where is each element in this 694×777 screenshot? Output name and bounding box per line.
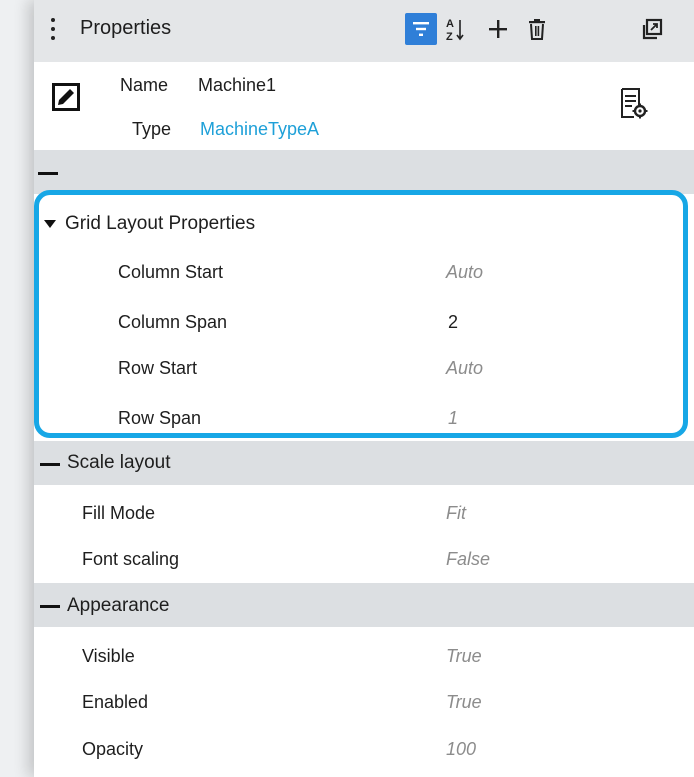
collapse-dash-icon[interactable]: [40, 463, 60, 466]
type-value-link[interactable]: MachineTypeA: [200, 119, 319, 140]
row-value-column-span[interactable]: 2: [448, 312, 458, 333]
row-label-font-scaling: Font scaling: [82, 549, 180, 569]
svg-text:A: A: [446, 18, 454, 30]
object-settings-icon[interactable]: [619, 87, 649, 121]
row-label-visible: Visible: [82, 646, 135, 666]
sort-alphabetical-button[interactable]: A Z: [439, 13, 471, 45]
row-label-fill-mode: Fill Mode: [82, 503, 156, 523]
sort-by-category-button[interactable]: [405, 13, 437, 45]
row-value-row-span[interactable]: 1: [448, 408, 458, 429]
sort-az-icon: A Z: [446, 18, 464, 42]
popout-icon: [642, 18, 663, 40]
row-value-opacity[interactable]: 100: [446, 739, 476, 760]
add-button[interactable]: [482, 13, 514, 45]
row-label-column-span: Column Span: [118, 312, 228, 332]
panel-header: Properties A Z: [34, 0, 694, 62]
name-value[interactable]: Machine1: [198, 75, 276, 96]
kebab-menu-icon[interactable]: [50, 18, 56, 44]
row-value-enabled[interactable]: True: [446, 692, 482, 713]
group-title-scale-layout[interactable]: Scale layout: [67, 452, 171, 474]
row-label-row-span: Row Span: [118, 408, 202, 428]
row-value-font-scaling[interactable]: False: [446, 549, 490, 570]
properties-panel: Properties A Z Name Machine1 Type Machin…: [34, 0, 694, 777]
delete-button[interactable]: [521, 13, 553, 45]
row-value-visible[interactable]: True: [446, 646, 482, 667]
group-title-appearance[interactable]: Appearance: [67, 595, 169, 617]
group-title-grid-layout[interactable]: Grid Layout Properties: [65, 213, 255, 235]
sort-lines-icon: [413, 22, 429, 36]
collapse-dash-icon[interactable]: [40, 605, 60, 608]
collapse-all-icon[interactable]: [38, 172, 58, 175]
row-value-column-start[interactable]: Auto: [446, 262, 483, 283]
row-label-column-start: Column Start: [118, 262, 224, 282]
type-label: Type: [132, 119, 172, 139]
row-label-opacity: Opacity: [82, 739, 144, 759]
detach-button[interactable]: [636, 13, 668, 45]
edit-icon[interactable]: [52, 83, 80, 111]
trash-icon: [529, 19, 545, 40]
plus-icon: [489, 20, 507, 38]
row-value-row-start[interactable]: Auto: [446, 358, 483, 379]
svg-text:Z: Z: [446, 31, 453, 42]
collapse-all-bar[interactable]: [34, 150, 694, 194]
panel-title: Properties: [80, 17, 172, 39]
row-label-enabled: Enabled: [82, 692, 149, 712]
row-value-fill-mode[interactable]: Fit: [446, 503, 466, 524]
name-label: Name: [120, 75, 169, 95]
expand-caret-icon[interactable]: [44, 220, 56, 228]
row-label-row-start: Row Start: [118, 358, 198, 378]
